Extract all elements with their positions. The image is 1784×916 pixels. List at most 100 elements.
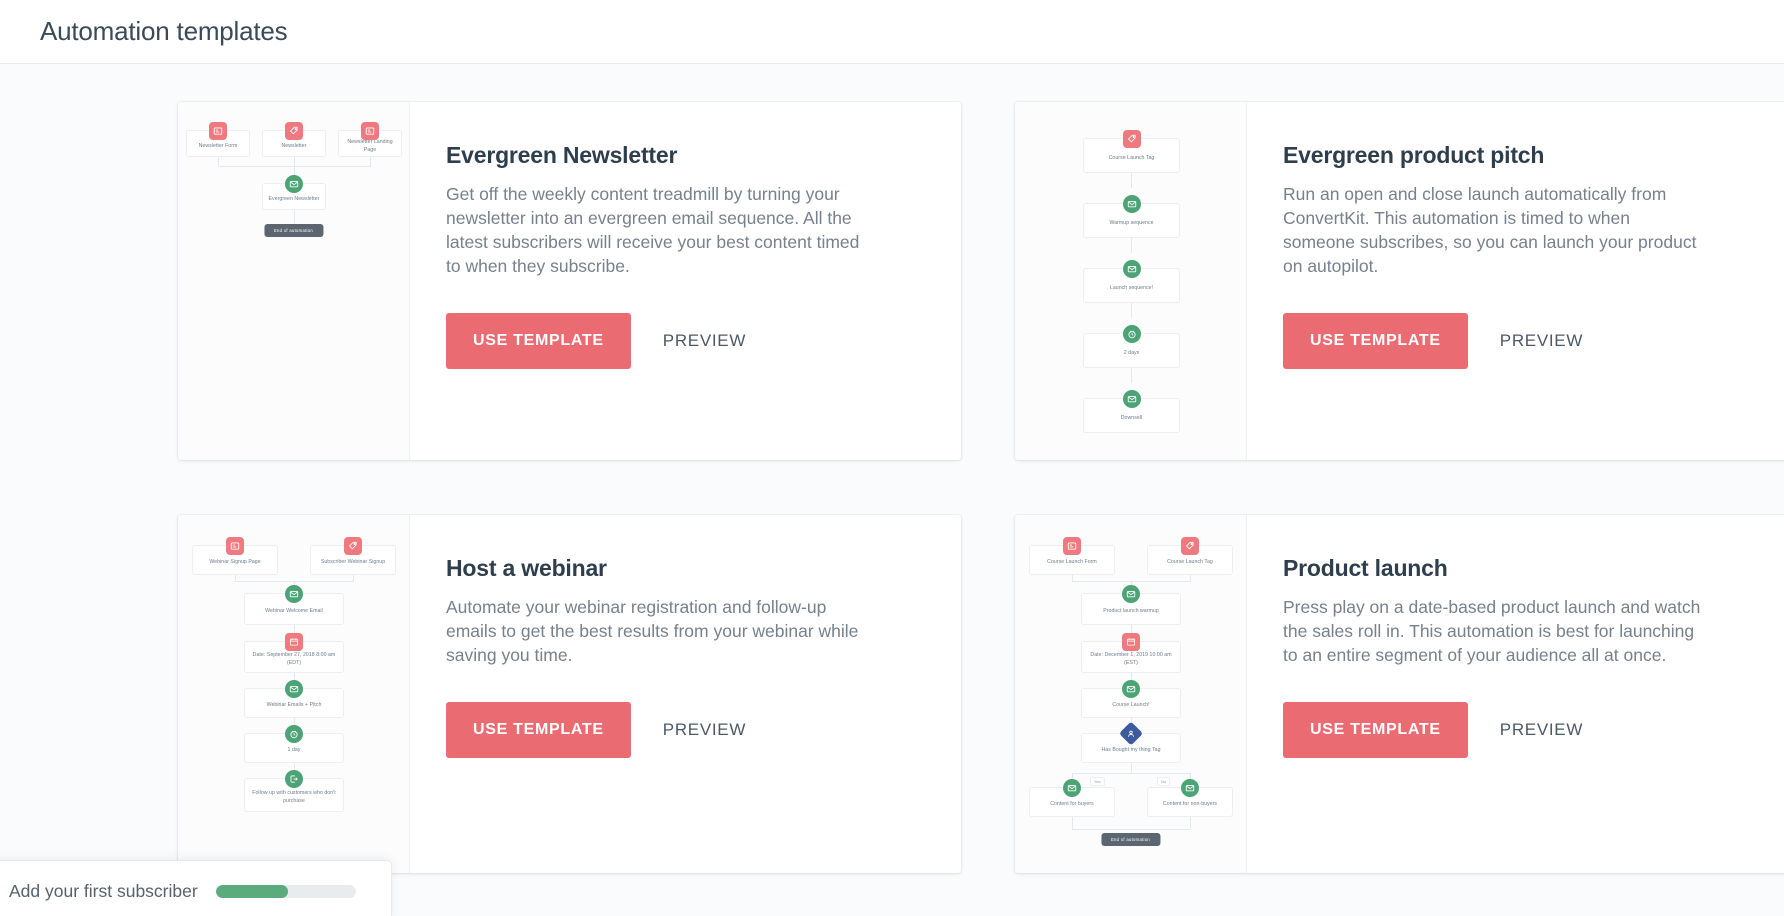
flow-node: Webinar Welcome Email xyxy=(244,585,344,625)
end-of-automation-chip: End of automation xyxy=(1100,833,1161,846)
automation-flow-preview: Newsletter Form Newsletter Newsletter La… xyxy=(178,102,409,460)
flow-node: Product launch warmup xyxy=(1081,585,1181,625)
email-icon xyxy=(285,175,303,193)
automation-flow-preview: Course Launch Form Course Launch Tag Pro… xyxy=(1015,515,1246,873)
calendar-icon xyxy=(285,633,303,651)
template-details: Host a webinar Automate your webinar reg… xyxy=(410,515,961,873)
flow-edge xyxy=(218,157,219,167)
preview-button[interactable]: PREVIEW xyxy=(659,325,750,357)
flow-node-label: Content for buyers xyxy=(1050,801,1094,808)
email-icon xyxy=(1122,585,1140,603)
flow-node-label: Course Launch Form xyxy=(1047,559,1097,566)
flow-node: Content for non-buyers xyxy=(1147,779,1233,817)
preview-button[interactable]: PREVIEW xyxy=(1496,325,1587,357)
template-description: Get off the weekly content treadmill by … xyxy=(446,184,860,276)
flow-node-label: Launch sequence! xyxy=(1109,284,1154,291)
flow-node-label: Newsletter Landing Page xyxy=(347,138,393,153)
flow-node-label: Newsletter Form xyxy=(198,142,238,149)
template-card-evergreen-product-pitch[interactable]: Course Launch Tag Warmup sequence Launch… xyxy=(1015,102,1784,460)
flow-node-label: Warmup sequence xyxy=(1109,219,1154,226)
page-header: Automation templates xyxy=(0,0,1784,64)
flow-node-label: Webinar Emails + Pitch xyxy=(266,702,322,709)
flow-node: Evergreen Newsletter xyxy=(262,175,326,210)
flow-node-label: Newsletter xyxy=(281,142,307,149)
end-of-automation-chip: End of automation xyxy=(263,224,324,237)
email-icon xyxy=(1122,260,1141,278)
flow-node: Date: September 27, 2018 8:00 am (EDT) xyxy=(244,633,344,673)
flow-node: Content for buyers xyxy=(1029,779,1115,817)
template-name: Product launch xyxy=(1283,555,1448,581)
checklist-label: Add your first subscriber xyxy=(9,880,198,901)
preview-button[interactable]: PREVIEW xyxy=(1496,714,1587,746)
form-icon xyxy=(1063,537,1081,555)
email-icon xyxy=(1122,680,1140,698)
template-thumbnail: Webinar Signup Page Subscriber Webinar S… xyxy=(178,515,410,873)
template-thumbnail: Course Launch Tag Warmup sequence Launch… xyxy=(1015,102,1247,460)
automation-templates-page: Automation templates Newsletter Form New… xyxy=(0,0,1784,916)
email-icon xyxy=(1122,390,1141,408)
template-actions: USE TEMPLATE PREVIEW xyxy=(1283,312,1756,369)
flow-node: Warmup sequence xyxy=(1083,195,1180,238)
flow-node: Newsletter Landing Page xyxy=(338,122,402,157)
flow-node: Has Bought my thing Tag xyxy=(1081,721,1181,763)
template-description: Press play on a date-based product launc… xyxy=(1283,597,1701,665)
flow-node-label: Course Launch! xyxy=(1112,702,1150,709)
flow-node-label: Course Launch Tag xyxy=(1167,559,1213,566)
automation-flow-preview: Webinar Signup Page Subscriber Webinar S… xyxy=(178,515,409,873)
flow-node-label: Date: December 1, 2019 10:00 am (EST) xyxy=(1090,652,1172,666)
use-template-button[interactable]: USE TEMPLATE xyxy=(446,701,631,758)
flow-node: Follow up with customers who don't purch… xyxy=(244,770,344,812)
onboarding-checklist-widget[interactable]: Add your first subscriber xyxy=(0,860,392,916)
form-icon xyxy=(209,122,227,140)
flow-edge xyxy=(1131,303,1132,318)
template-card-host-a-webinar[interactable]: Webinar Signup Page Subscriber Webinar S… xyxy=(178,515,961,873)
flow-node: 1 day xyxy=(244,725,344,763)
flow-edge xyxy=(1131,173,1132,188)
templates-grid: Newsletter Form Newsletter Newsletter La… xyxy=(178,64,1784,873)
email-icon xyxy=(285,585,303,603)
flow-node-label: Downsell xyxy=(1120,414,1143,421)
flow-edge xyxy=(294,210,295,224)
flow-node-label: Course Launch Tag xyxy=(1108,154,1155,161)
flow-node-label: Webinar Signup Page xyxy=(209,559,261,566)
flow-node: Downsell xyxy=(1083,390,1180,433)
flow-node: 2 days xyxy=(1083,325,1180,368)
template-card-product-launch[interactable]: Course Launch Form Course Launch Tag Pro… xyxy=(1015,515,1784,873)
flow-node-label: 2 days xyxy=(1123,349,1140,356)
flow-node: Launch sequence! xyxy=(1083,260,1180,303)
template-details: Evergreen product pitch Run an open and … xyxy=(1247,102,1784,460)
flow-node: Webinar Signup Page xyxy=(192,537,278,575)
tag-icon xyxy=(285,122,303,140)
flow-edge xyxy=(1072,829,1190,830)
flow-node: Newsletter xyxy=(262,122,326,157)
clock-icon xyxy=(285,725,303,743)
flow-node-label: Subscriber Webinar Signup xyxy=(320,559,386,566)
flow-node-label: Content for non-buyers xyxy=(1162,801,1218,808)
flow-node-label: 1 day xyxy=(287,747,301,754)
template-actions: USE TEMPLATE PREVIEW xyxy=(1283,701,1756,758)
use-template-button[interactable]: USE TEMPLATE xyxy=(1283,701,1468,758)
branch-label-no: No xyxy=(1157,777,1171,786)
flow-node-label: Date: September 27, 2018 8:00 am (EDT) xyxy=(252,652,336,666)
template-card-evergreen-newsletter[interactable]: Newsletter Form Newsletter Newsletter La… xyxy=(178,102,961,460)
progress-bar-fill xyxy=(215,884,289,898)
email-icon xyxy=(1122,195,1141,213)
flow-node-label: Webinar Welcome Email xyxy=(265,608,323,615)
template-name: Host a webinar xyxy=(446,555,607,581)
template-thumbnail: Newsletter Form Newsletter Newsletter La… xyxy=(178,102,410,460)
tag-icon xyxy=(344,537,362,555)
form-icon xyxy=(226,537,244,555)
use-template-button[interactable]: USE TEMPLATE xyxy=(1283,312,1468,369)
preview-button[interactable]: PREVIEW xyxy=(659,714,750,746)
progress-bar xyxy=(215,884,356,898)
use-template-button[interactable]: USE TEMPLATE xyxy=(446,312,631,369)
flow-node: Newsletter Form xyxy=(186,122,250,157)
flow-node-label: Product launch warmup xyxy=(1103,608,1159,615)
automation-flow-preview: Course Launch Tag Warmup sequence Launch… xyxy=(1015,102,1246,460)
template-description: Run an open and close launch automatical… xyxy=(1283,184,1697,276)
flow-node: Course Launch Form xyxy=(1029,537,1115,575)
calendar-icon xyxy=(1122,633,1140,651)
flow-edge xyxy=(1072,817,1073,829)
flow-node: Date: December 1, 2019 10:00 am (EST) xyxy=(1081,633,1181,673)
flow-edge xyxy=(1190,817,1191,829)
